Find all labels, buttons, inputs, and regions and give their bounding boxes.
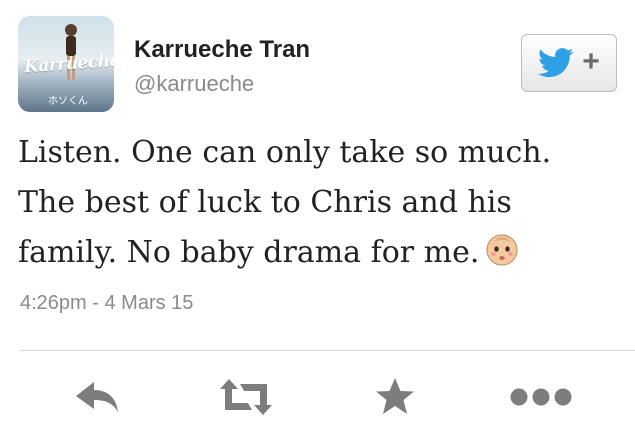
avatar-subtext: ホソくん [48, 96, 88, 107]
more-dots-icon [510, 388, 572, 406]
follow-button[interactable]: + [521, 34, 617, 92]
user-handle[interactable]: @karrueche [134, 71, 254, 97]
retweet-icon [220, 379, 272, 415]
divider [20, 350, 635, 351]
tweet-line: The best of luck to Chris and his [18, 185, 512, 220]
more-button[interactable] [508, 374, 574, 420]
tweet-line: family. No baby drama for me. [18, 235, 480, 270]
twitter-bird-icon [538, 48, 574, 78]
tweet-line: Listen. One can only take so much. [18, 135, 552, 170]
reply-arrow-icon [76, 382, 118, 412]
tweet-timestamp[interactable]: 4:26pm - 4 Mars 15 [20, 292, 193, 315]
star-icon [376, 378, 414, 414]
baby-face-icon [486, 234, 518, 266]
avatar-logo-text: Karrueche [23, 50, 114, 78]
tweet-text: Listen. One can only take so much. The b… [18, 128, 618, 278]
tweet-line-3: family. No baby drama for me. [18, 228, 618, 278]
follow-plus: + [582, 45, 600, 78]
user-name[interactable]: Karrueche Tran [134, 36, 310, 64]
avatar[interactable]: Karrueche ホソくん [18, 16, 114, 112]
favorite-button[interactable] [372, 374, 418, 420]
reply-button[interactable] [74, 374, 120, 420]
retweet-button[interactable] [218, 374, 274, 420]
